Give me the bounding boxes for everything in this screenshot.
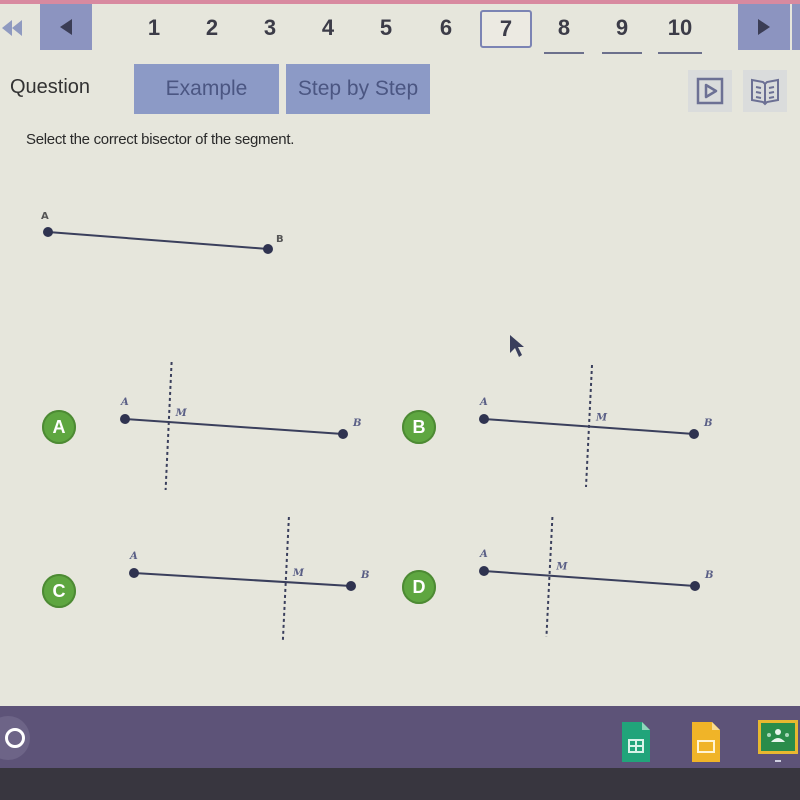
label-a: A	[120, 397, 129, 408]
point-b	[338, 429, 348, 439]
label-b: B	[352, 418, 361, 429]
label-b: B	[703, 418, 712, 429]
bisector-line	[281, 516, 290, 641]
segment-ab	[483, 570, 696, 587]
label-m: M	[175, 408, 188, 419]
launcher-circle-icon	[5, 728, 25, 748]
mouse-cursor-icon	[510, 335, 524, 357]
launcher-button[interactable]	[0, 716, 30, 760]
slides-icon	[692, 722, 720, 762]
os-taskbar	[0, 706, 800, 768]
sheets-icon	[622, 722, 650, 762]
point-a	[120, 414, 130, 424]
screen-bezel	[0, 768, 800, 800]
label-b: B	[704, 570, 713, 581]
point-b	[690, 581, 700, 591]
option-d-figure[interactable]: A M B	[479, 516, 713, 638]
bisector-line	[545, 516, 554, 638]
classroom-icon	[758, 720, 798, 762]
option-a-figure[interactable]: A M B	[120, 361, 361, 491]
label-a: A	[479, 549, 488, 560]
label-m: M	[595, 413, 608, 424]
taskbar-app-sheets[interactable]	[620, 720, 652, 769]
bisector-line	[164, 361, 173, 491]
point-a	[479, 566, 489, 576]
label-m: M	[555, 562, 568, 573]
point-b	[346, 581, 356, 591]
point-b	[689, 429, 699, 439]
option-b-figure[interactable]: A M B	[479, 364, 712, 488]
point-a	[479, 414, 489, 424]
option-figures[interactable]: A M B A M B A M B A M B	[0, 0, 800, 800]
label-a: A	[129, 551, 138, 562]
option-c-figure[interactable]: A M B	[129, 516, 369, 641]
point-a	[129, 568, 139, 578]
label-b: B	[360, 570, 369, 581]
taskbar-app-classroom[interactable]	[756, 718, 800, 769]
segment-ab	[124, 418, 344, 435]
taskbar-app-slides[interactable]	[690, 720, 722, 769]
label-a: A	[479, 397, 488, 408]
segment-ab	[133, 572, 352, 587]
label-m: M	[292, 568, 305, 579]
